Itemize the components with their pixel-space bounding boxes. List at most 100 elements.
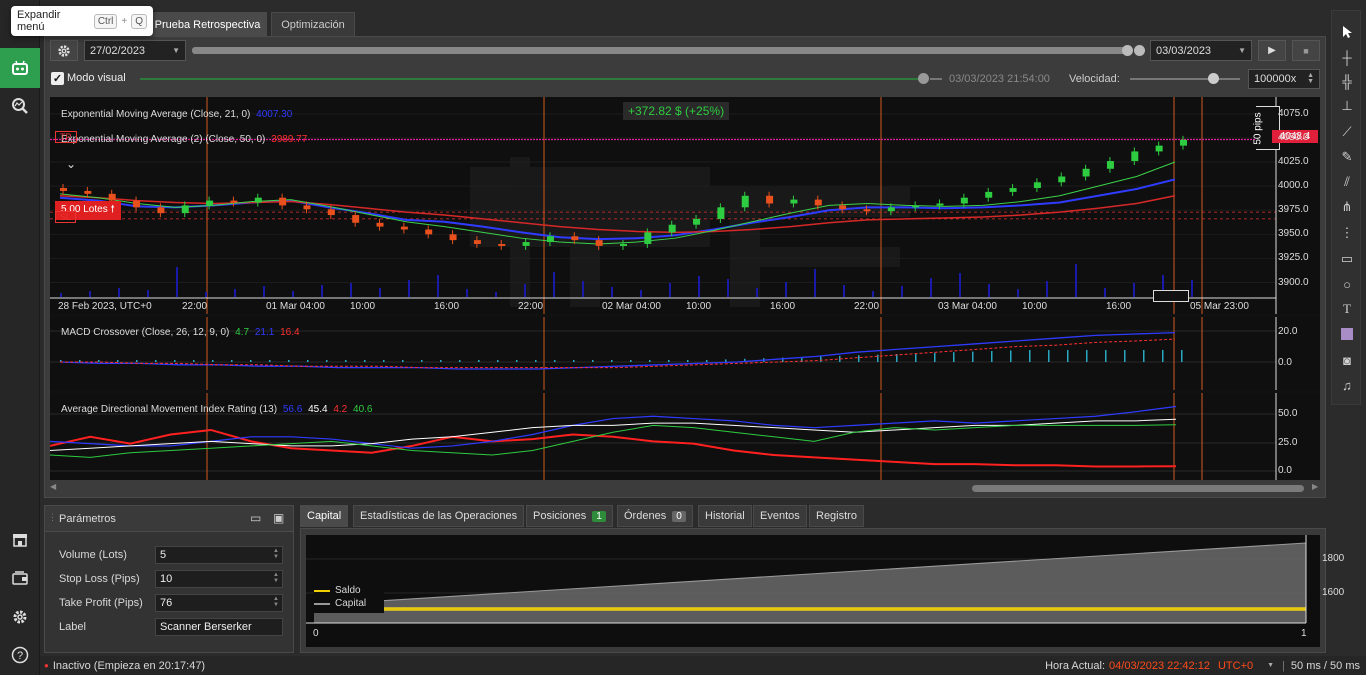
end-date-value: 03/03/2023 bbox=[1156, 44, 1212, 57]
tab-history[interactable]: Historial bbox=[698, 505, 752, 527]
visual-mode-progress-handle[interactable] bbox=[918, 73, 929, 84]
timeline-handle-end[interactable] bbox=[1134, 45, 1145, 56]
label-input[interactable] bbox=[155, 618, 283, 636]
color-swatch-icon[interactable] bbox=[1332, 322, 1362, 346]
macd-value-2: 21.1 bbox=[254, 327, 275, 338]
wallet-icon[interactable] bbox=[0, 558, 40, 598]
settings-gear-icon[interactable] bbox=[0, 597, 40, 637]
speed-slider-handle[interactable] bbox=[1208, 73, 1219, 84]
collapse-legend-chevron-icon[interactable]: ⌄ bbox=[66, 157, 76, 171]
tab-trade-statistics[interactable]: Estadísticas de las Operaciones bbox=[353, 505, 525, 527]
scroll-left-arrow-icon[interactable]: ◀ bbox=[50, 482, 56, 491]
scroll-right-arrow-icon[interactable]: ▶ bbox=[1312, 482, 1318, 491]
pitchfork-icon[interactable]: ⋔ bbox=[1332, 195, 1362, 219]
drag-handle-icon[interactable]: ⋮ bbox=[48, 512, 57, 523]
sl-tag[interactable]: SL bbox=[55, 211, 77, 223]
macd-histogram-bar bbox=[535, 360, 537, 362]
timezone-select[interactable]: UTC+0 bbox=[1218, 660, 1253, 672]
tab-optimization[interactable]: Optimización bbox=[271, 12, 355, 36]
help-icon[interactable]: ? bbox=[0, 635, 40, 675]
visual-mode-checkbox[interactable]: ✓ bbox=[51, 72, 64, 85]
fibonacci-icon[interactable]: ⋮ bbox=[1332, 221, 1362, 245]
cursor-arrow-icon[interactable] bbox=[1332, 19, 1362, 43]
price-pane[interactable]: Exponential Moving Average (Close, 21, 0… bbox=[50, 97, 1320, 314]
visual-mode-progress-track[interactable] bbox=[140, 78, 925, 80]
candle-body bbox=[254, 197, 262, 203]
macd-histogram-bar bbox=[307, 360, 309, 362]
candle-body bbox=[230, 200, 238, 203]
speed-slider-track[interactable] bbox=[1130, 78, 1240, 80]
tab-backtesting[interactable]: Prueba Retrospectiva bbox=[148, 12, 267, 36]
robot-icon[interactable] bbox=[0, 48, 40, 88]
text-tool-icon[interactable]: T bbox=[1332, 297, 1362, 321]
crosshair-icon[interactable]: ┼ bbox=[1332, 45, 1362, 69]
camera-icon[interactable]: ◙ bbox=[1332, 348, 1362, 372]
stop-button[interactable]: ■ bbox=[1292, 40, 1320, 61]
macd-histogram-bar bbox=[440, 360, 442, 362]
macd-pane[interactable]: MACD Crossover (Close, 26, 12, 9, 0) 4.7… bbox=[50, 317, 1320, 390]
price-axis-label: 3900.0 bbox=[1278, 276, 1309, 288]
volume-bar bbox=[60, 293, 62, 297]
stepper-icon[interactable]: ▲ ▼ bbox=[273, 596, 279, 608]
start-date-select[interactable]: 27/02/2023 ▼ bbox=[84, 40, 186, 61]
open-folder-icon[interactable]: ▭ bbox=[250, 511, 261, 525]
status-state: Inactivo (Empieza en 20:17:47) bbox=[52, 659, 206, 672]
tp-tag[interactable]: TP bbox=[55, 131, 77, 143]
volume-bar bbox=[263, 286, 265, 297]
macd-line bbox=[59, 331, 1176, 370]
macd-histogram-bar bbox=[421, 360, 423, 362]
time-axis-label: 22:00 bbox=[518, 301, 544, 312]
equity-chart[interactable]: Saldo Capital 1800 1600 0 1 bbox=[306, 535, 1344, 647]
stepper-icon[interactable]: ▲ ▼ bbox=[273, 572, 279, 584]
crosshair-plus-icon[interactable]: ╬ bbox=[1332, 69, 1362, 93]
watermark-shape bbox=[750, 247, 900, 267]
end-date-select[interactable]: 03/03/2023 ▼ bbox=[1150, 40, 1252, 61]
trend-line-icon[interactable]: ⟋ bbox=[1332, 120, 1362, 144]
volume-bar bbox=[466, 289, 468, 297]
tab-orders[interactable]: Órdenes 0 bbox=[617, 505, 693, 527]
volume-bar bbox=[408, 280, 410, 297]
tab-log[interactable]: Registro bbox=[809, 505, 864, 527]
tab-positions[interactable]: Posiciones 1 bbox=[526, 505, 613, 527]
macd-histogram-bar bbox=[212, 360, 214, 362]
shop-icon[interactable] bbox=[0, 520, 40, 560]
tooltip-kbd-q: Q bbox=[131, 13, 147, 29]
stepper-icon[interactable]: ▲ ▼ bbox=[273, 548, 279, 560]
candle-body bbox=[1131, 151, 1139, 162]
adxr-pane[interactable]: Average Directional Movement Index Ratin… bbox=[50, 393, 1320, 480]
settings-button[interactable] bbox=[50, 40, 78, 61]
stop-loss-input[interactable] bbox=[155, 570, 283, 588]
chart-scrollbar-thumb[interactable] bbox=[972, 485, 1304, 492]
speed-value-stepper[interactable]: 100000x ▲ ▼ bbox=[1248, 69, 1320, 89]
macd-histogram-bar bbox=[820, 356, 822, 362]
macd-histogram-bar bbox=[725, 359, 727, 362]
measure-icon[interactable]: ⊥ bbox=[1332, 94, 1362, 118]
price-axis-label: 3950.0 bbox=[1278, 228, 1309, 240]
volume-bar bbox=[1017, 289, 1019, 297]
chart-area[interactable]: Exponential Moving Average (Close, 21, 0… bbox=[50, 97, 1320, 480]
save-icon[interactable]: ▣ bbox=[273, 511, 284, 525]
play-button[interactable]: ▶ bbox=[1258, 40, 1286, 61]
chevron-down-icon[interactable]: ▼ bbox=[1267, 662, 1274, 669]
take-profit-input[interactable] bbox=[155, 594, 283, 612]
timeline-track[interactable] bbox=[192, 47, 1132, 54]
timeline-handle-start[interactable] bbox=[1122, 45, 1133, 56]
tab-capital[interactable]: Capital bbox=[300, 505, 349, 527]
channel-icon[interactable]: ⫽ bbox=[1332, 170, 1362, 194]
param-row-stop-loss: Stop Loss (Pips) ▲▼ bbox=[55, 569, 285, 589]
pencil-icon[interactable]: ✎ bbox=[1332, 145, 1362, 169]
candle-body bbox=[327, 209, 335, 216]
zoom-chart-icon[interactable] bbox=[0, 86, 40, 126]
adxr-axis-50: 50.0 bbox=[1278, 408, 1298, 419]
tab-events[interactable]: Eventos bbox=[753, 505, 807, 527]
candle-body bbox=[279, 197, 287, 206]
candle-body bbox=[1180, 139, 1187, 146]
volume-bar bbox=[1075, 264, 1077, 297]
volume-lots-input[interactable] bbox=[155, 546, 283, 564]
ellipse-icon[interactable]: ○ bbox=[1332, 272, 1362, 296]
macd-histogram-bar bbox=[364, 360, 366, 362]
alert-bell-icon[interactable]: ♫ bbox=[1332, 373, 1362, 397]
macd-histogram-bar bbox=[611, 360, 613, 362]
macd-histogram-bar bbox=[1181, 350, 1183, 362]
rectangle-icon[interactable]: ▭ bbox=[1332, 247, 1362, 271]
